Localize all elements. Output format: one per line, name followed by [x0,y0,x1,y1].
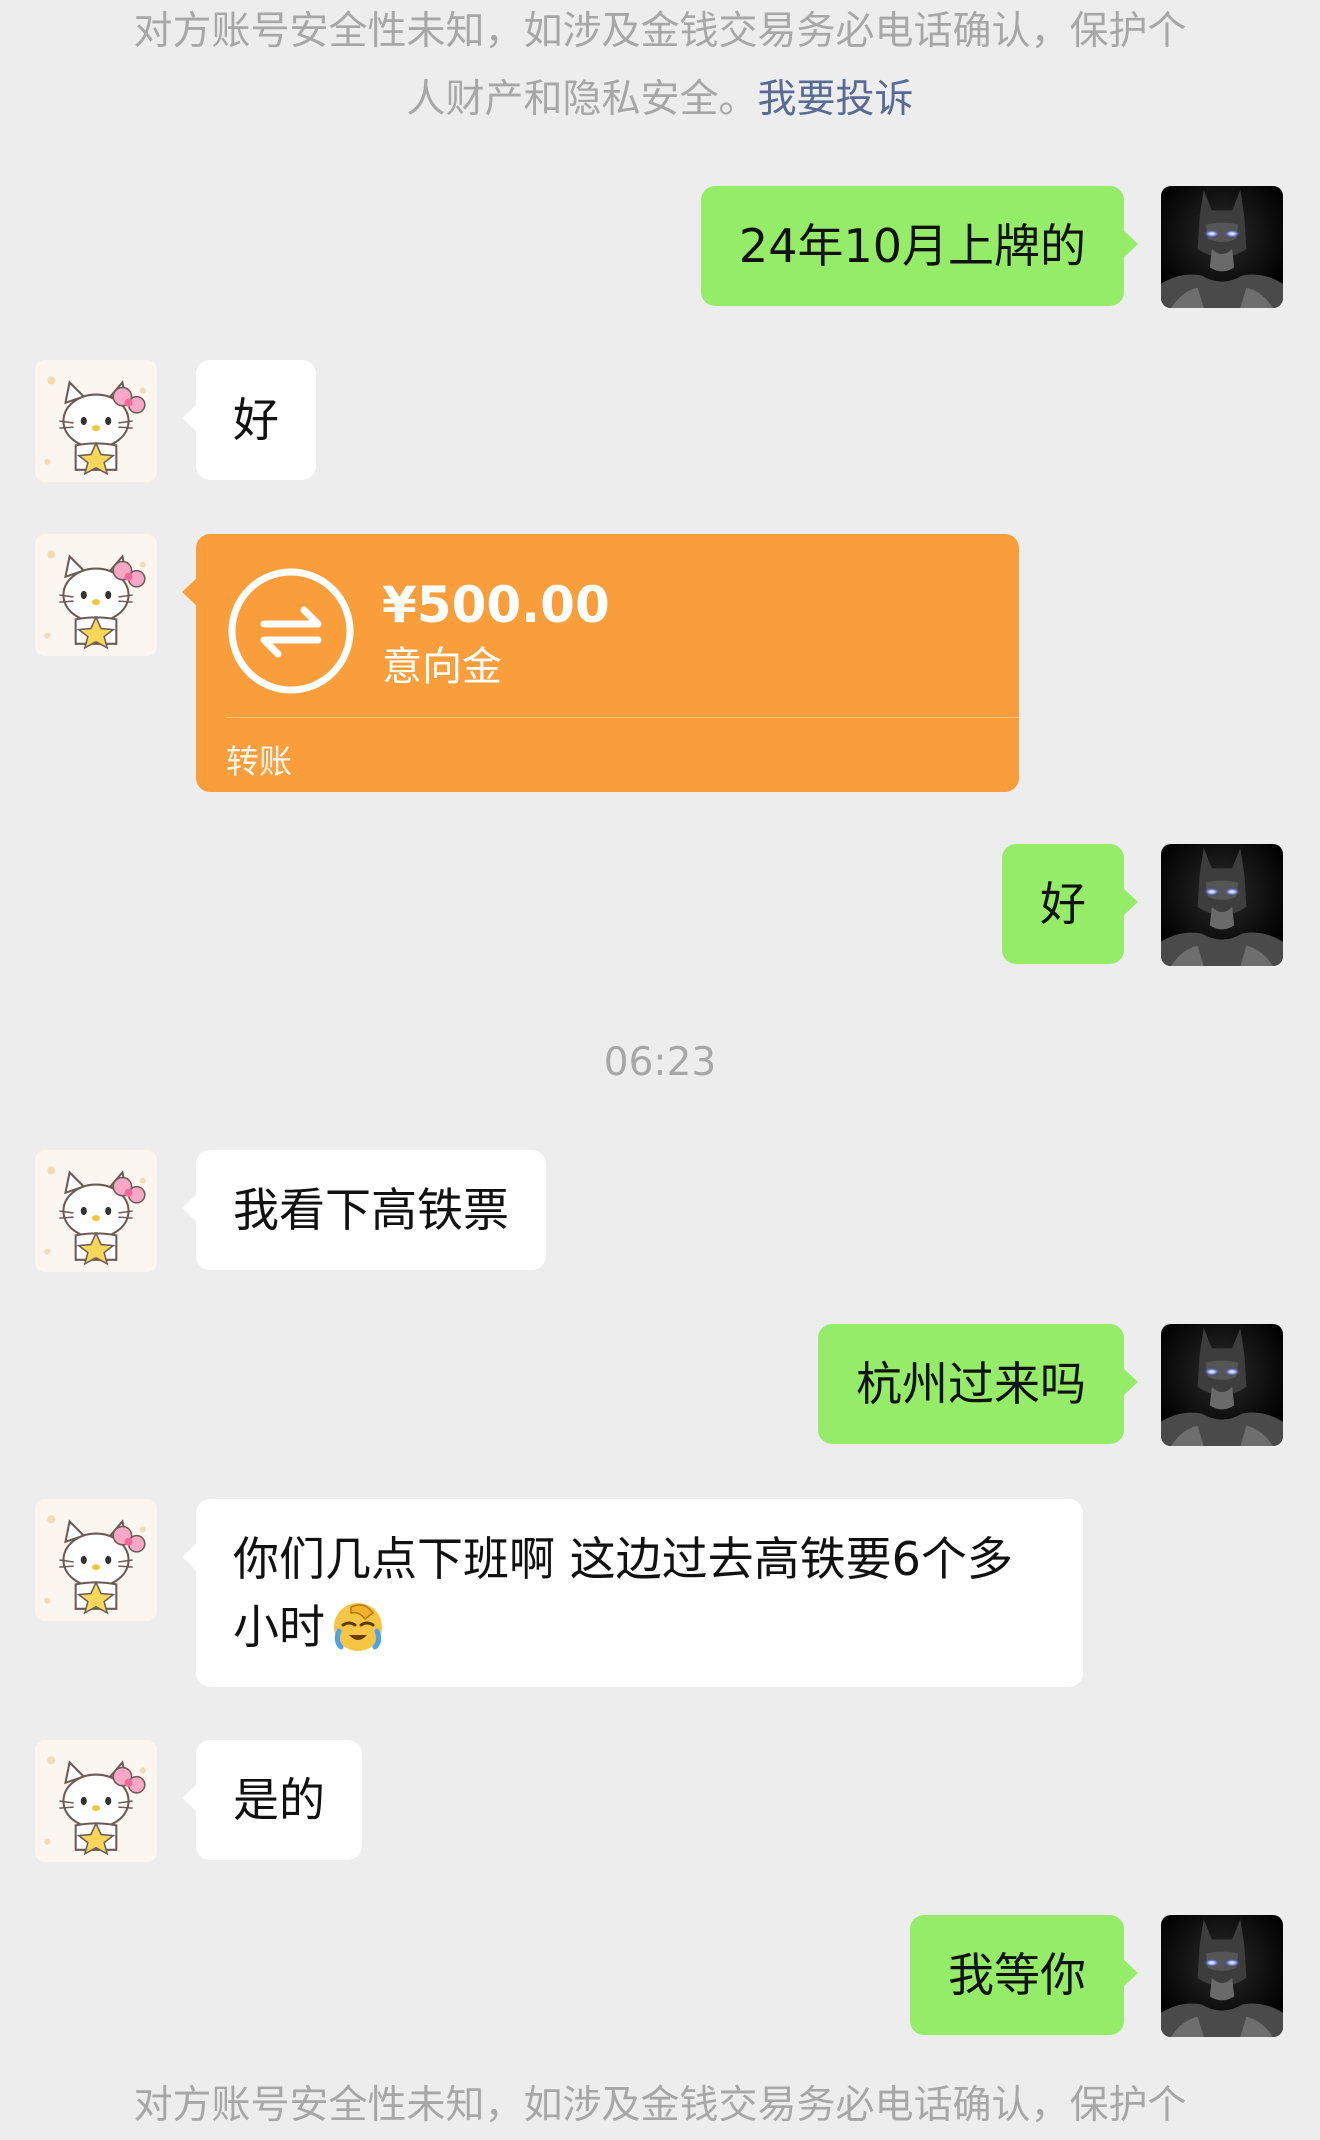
message-bubble-outgoing[interactable]: 我等你 [910,1915,1138,2035]
transfer-arrows-icon [228,568,354,694]
contact-avatar[interactable] [35,1499,157,1621]
security-notice-line-2: 人财产和隐私安全。 [406,77,758,122]
my-avatar[interactable] [1161,1915,1283,2037]
facepalm-emoji [334,1603,382,1651]
message-bubble-outgoing[interactable]: 24年10月上牌的 [700,186,1139,306]
security-notice: 对方账号安全性未知，如涉及金钱交易务必电话确认，保护个 人财产和隐私安全。我要投… [60,0,1260,134]
transfer-label: 转账 [226,742,292,781]
message-bubble-outgoing[interactable]: 杭州过来吗 [818,1324,1138,1444]
my-avatar[interactable] [1161,1324,1283,1446]
transfer-card[interactable]: ¥500.00 意向金 转账 [182,534,1019,792]
security-notice-bottom-line-1: 对方账号安全性未知，如涉及金钱交易务必电话确认，保护个 [133,2083,1187,2128]
my-avatar[interactable] [1161,844,1283,966]
contact-avatar[interactable] [35,360,157,482]
contact-avatar[interactable] [35,534,157,656]
message-bubble-incoming[interactable]: 是的 [182,1740,362,1860]
message-bubble-outgoing[interactable]: 好 [1002,844,1138,964]
contact-avatar[interactable] [35,1150,157,1272]
transfer-amount: ¥500.00 [382,576,610,634]
message-bubble-incoming[interactable]: 我看下高铁票 [182,1150,546,1270]
timestamp: 06:23 [603,1040,717,1085]
transfer-divider [226,717,1019,718]
security-notice-bottom: 对方账号安全性未知，如涉及金钱交易务必电话确认，保护个 [60,2072,1260,2140]
complaint-link[interactable]: 我要投诉 [758,77,914,122]
message-bubble-incoming[interactable]: 好 [182,360,316,480]
transfer-memo: 意向金 [382,644,502,690]
message-bubble-incoming[interactable]: 你们几点下班啊 这边过去高铁要6个多小时 [182,1499,1083,1687]
contact-avatar[interactable] [35,1740,157,1862]
my-avatar[interactable] [1161,186,1283,308]
security-notice-line-1: 对方账号安全性未知，如涉及金钱交易务必电话确认，保护个 [133,9,1187,54]
